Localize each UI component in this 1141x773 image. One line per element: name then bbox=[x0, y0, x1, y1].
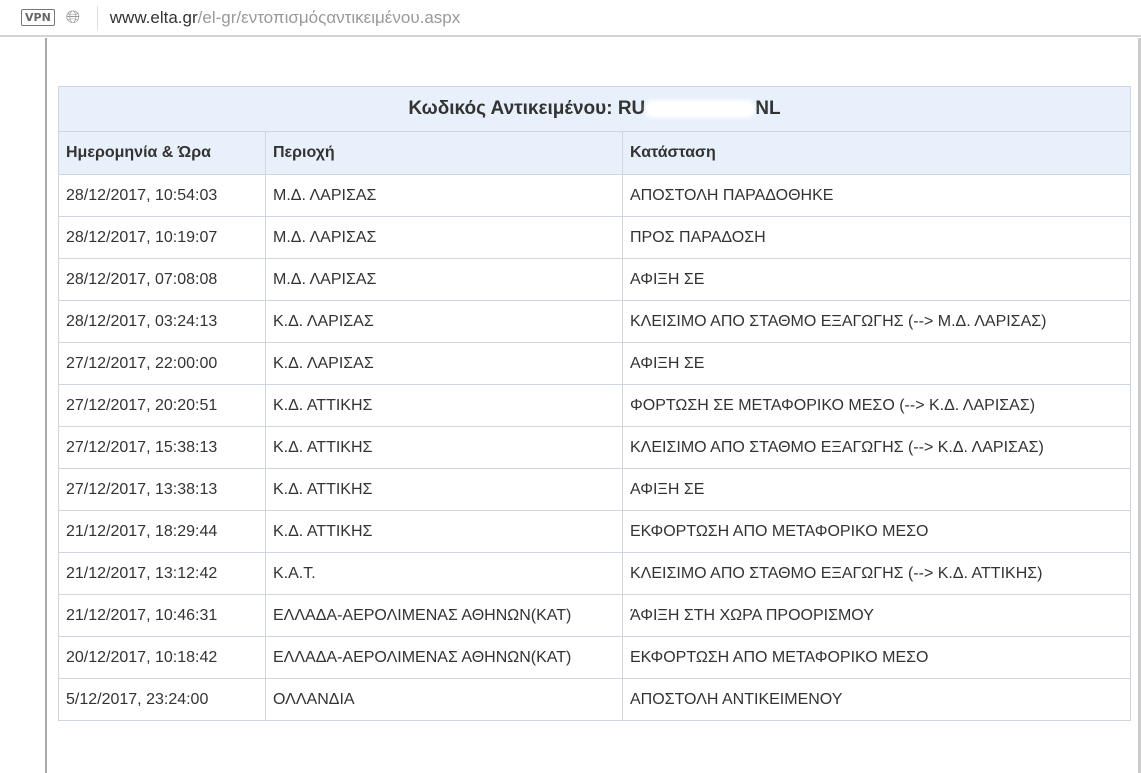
globe-icon: 🌐︎ bbox=[65, 7, 81, 28]
table-row: 21/12/2017, 18:29:44 Κ.Δ. ΑΤΤΙΚΗΣ ΕΚΦΟΡΤΩΣ… bbox=[58, 510, 1131, 553]
code-suffix: NL bbox=[755, 98, 781, 119]
date-cell: 27/12/2017, 15:38:13 bbox=[58, 426, 266, 469]
header-status: Κατάσταση bbox=[622, 131, 1131, 175]
table-title: Κωδικός Αντικειμένου: RU NL bbox=[58, 86, 1131, 132]
date-cell: 28/12/2017, 10:19:07 bbox=[58, 216, 266, 259]
table-row: 20/12/2017, 10:18:42 ΕΛΛΑΔΑ-ΑΕΡΟΛΙΜΕΝΑΣ Α… bbox=[58, 636, 1131, 679]
table-row: 21/12/2017, 13:12:42 Κ.Α.Τ. ΚΛΕΙΣΙΜΟ ΑΠΟ Σ… bbox=[58, 552, 1131, 595]
table-row: 27/12/2017, 22:00:00 Κ.Δ. ΛΑΡΙΣΑΣ ΑΦΙΞΗ ΣΕ bbox=[58, 342, 1131, 385]
area-cell: Κ.Δ. ΑΤΤΙΚΗΣ bbox=[265, 384, 623, 427]
tracking-table: Κωδικός Αντικειμένου: RU NL Ημερομηνία & … bbox=[58, 86, 1131, 721]
date-cell: 28/12/2017, 10:54:03 bbox=[58, 174, 266, 217]
date-cell: 27/12/2017, 13:38:13 bbox=[58, 468, 266, 511]
area-cell: Κ.Δ. ΛΑΡΙΣΑΣ bbox=[265, 300, 623, 343]
status-cell: ΕΚΦΟΡΤΩΣΗ ΑΠΟ ΜΕΤΑΦΟΡΙΚΟ ΜΕΣΟ bbox=[622, 510, 1131, 553]
status-cell: ΑΦΙΞΗ ΣΕ bbox=[622, 258, 1131, 301]
url-text[interactable]: www.elta.gr/el-gr/εντοπισμόςαντικειμένου… bbox=[110, 8, 460, 28]
code-prefix: RU bbox=[617, 98, 646, 119]
area-cell: ΟΛΛΑΝΔΙΑ bbox=[265, 678, 623, 721]
redacted-code bbox=[645, 99, 756, 118]
status-cell: ΕΚΦΟΡΤΩΣΗ ΑΠΟ ΜΕΤΑΦΟΡΙΚΟ ΜΕΣΟ bbox=[622, 636, 1131, 679]
area-cell: ΕΛΛΑΔΑ-ΑΕΡΟΛΙΜΕΝΑΣ ΑΘΗΝΩΝ(ΚΑΤ) bbox=[265, 636, 623, 679]
vpn-badge[interactable]: VPN bbox=[21, 9, 55, 26]
area-cell: Κ.Δ. ΑΤΤΙΚΗΣ bbox=[265, 426, 623, 469]
area-cell: ΕΛΛΑΔΑ-ΑΕΡΟΛΙΜΕΝΑΣ ΑΘΗΝΩΝ(ΚΑΤ) bbox=[265, 594, 623, 637]
area-cell: Κ.Α.Τ. bbox=[265, 552, 623, 595]
table-row: 21/12/2017, 10:46:31 ΕΛΛΑΔΑ-ΑΕΡΟΛΙΜΕΝΑΣ Α… bbox=[58, 594, 1131, 637]
date-cell: 21/12/2017, 13:12:42 bbox=[58, 552, 266, 595]
area-cell: Κ.Δ. ΑΤΤΙΚΗΣ bbox=[265, 510, 623, 553]
url-path: /el-gr/εντοπισμόςαντικειμένου.aspx bbox=[197, 7, 461, 27]
area-cell: Μ.Δ. ΛΑΡΙΣΑΣ bbox=[265, 216, 623, 259]
date-cell: 27/12/2017, 22:00:00 bbox=[58, 342, 266, 385]
table-row: 27/12/2017, 13:38:13 Κ.Δ. ΑΤΤΙΚΗΣ ΑΦΙΞΗ ΣΕ bbox=[58, 468, 1131, 511]
area-cell: Κ.Δ. ΑΤΤΙΚΗΣ bbox=[265, 468, 623, 511]
status-cell: ΠΡΟΣ ΠΑΡΑΔΟΣΗ bbox=[622, 216, 1131, 259]
status-cell: ΑΦΙΞΗ ΣΕ bbox=[622, 342, 1131, 385]
status-cell: ΦΟΡΤΩΣΗ ΣΕ ΜΕΤΑΦΟΡΙΚΟ ΜΕΣΟ (--> Κ.Δ. ΛΑΡ… bbox=[622, 384, 1131, 427]
status-cell: ΑΦΙΞΗ ΣΕ bbox=[622, 468, 1131, 511]
date-cell: 21/12/2017, 18:29:44 bbox=[58, 510, 266, 553]
status-cell: ΚΛΕΙΣΙΜΟ ΑΠΟ ΣΤΑΘΜΟ ΕΞΑΓΩΓΗΣ (--> Κ.Δ. Α… bbox=[622, 552, 1131, 595]
header-area: Περιοχή bbox=[265, 131, 623, 175]
status-cell: ΑΠΟΣΤΟΛΗ ΠΑΡΑΔΟΘΗΚΕ bbox=[622, 174, 1131, 217]
date-cell: 28/12/2017, 03:24:13 bbox=[58, 300, 266, 343]
date-cell: 28/12/2017, 07:08:08 bbox=[58, 258, 266, 301]
title-label: Κωδικός Αντικειμένου: bbox=[408, 98, 613, 119]
header-date: Ημερομηνία & Ώρα bbox=[58, 131, 266, 175]
divider bbox=[96, 5, 98, 30]
status-cell: ΚΛΕΙΣΙΜΟ ΑΠΟ ΣΤΑΘΜΟ ΕΞΑΓΩΓΗΣ (--> Κ.Δ. Λ… bbox=[622, 426, 1131, 469]
date-cell: 5/12/2017, 23:24:00 bbox=[58, 678, 266, 721]
table-row: 28/12/2017, 07:08:08 Μ.Δ. ΛΑΡΙΣΑΣ ΑΦΙΞΗ ΣΕ bbox=[58, 258, 1131, 301]
status-cell: ΆΦΙΞΗ ΣΤΗ ΧΩΡΑ ΠΡΟΟΡΙΣΜΟΥ bbox=[622, 594, 1131, 637]
date-cell: 21/12/2017, 10:46:31 bbox=[58, 594, 266, 637]
table-row: 28/12/2017, 03:24:13 Κ.Δ. ΛΑΡΙΣΑΣ ΚΛΕΙΣΙΜΟ… bbox=[58, 300, 1131, 343]
table-row: 5/12/2017, 23:24:00 ΟΛΛΑΝΔΙΑ ΑΠΟΣΤΟΛΗ ΑΝΤΙ… bbox=[58, 678, 1131, 721]
table-row: 28/12/2017, 10:54:03 Μ.Δ. ΛΑΡΙΣΑΣ ΑΠΟΣΤΟΛΗ… bbox=[58, 174, 1131, 217]
table-row: 28/12/2017, 10:19:07 Μ.Δ. ΛΑΡΙΣΑΣ ΠΡΟΣ ΠΑΡ… bbox=[58, 216, 1131, 259]
page-border-left bbox=[45, 38, 47, 773]
area-cell: Μ.Δ. ΛΑΡΙΣΑΣ bbox=[265, 174, 623, 217]
address-bar[interactable]: VPN 🌐︎ www.elta.gr/el-gr/εντοπισμόςαντικ… bbox=[0, 0, 1141, 37]
area-cell: Μ.Δ. ΛΑΡΙΣΑΣ bbox=[265, 258, 623, 301]
date-cell: 27/12/2017, 20:20:51 bbox=[58, 384, 266, 427]
area-cell: Κ.Δ. ΛΑΡΙΣΑΣ bbox=[265, 342, 623, 385]
table-row: 27/12/2017, 15:38:13 Κ.Δ. ΑΤΤΙΚΗΣ ΚΛΕΙΣΙΜΟ… bbox=[58, 426, 1131, 469]
status-cell: ΚΛΕΙΣΙΜΟ ΑΠΟ ΣΤΑΘΜΟ ΕΞΑΓΩΓΗΣ (--> Μ.Δ. Λ… bbox=[622, 300, 1131, 343]
status-cell: ΑΠΟΣΤΟΛΗ ΑΝΤΙΚΕΙΜΕΝΟΥ bbox=[622, 678, 1131, 721]
date-cell: 20/12/2017, 10:18:42 bbox=[58, 636, 266, 679]
url-domain: www.elta.gr bbox=[109, 7, 198, 27]
table-row: 27/12/2017, 20:20:51 Κ.Δ. ΑΤΤΙΚΗΣ ΦΟΡΤΩΣΗ … bbox=[58, 384, 1131, 427]
